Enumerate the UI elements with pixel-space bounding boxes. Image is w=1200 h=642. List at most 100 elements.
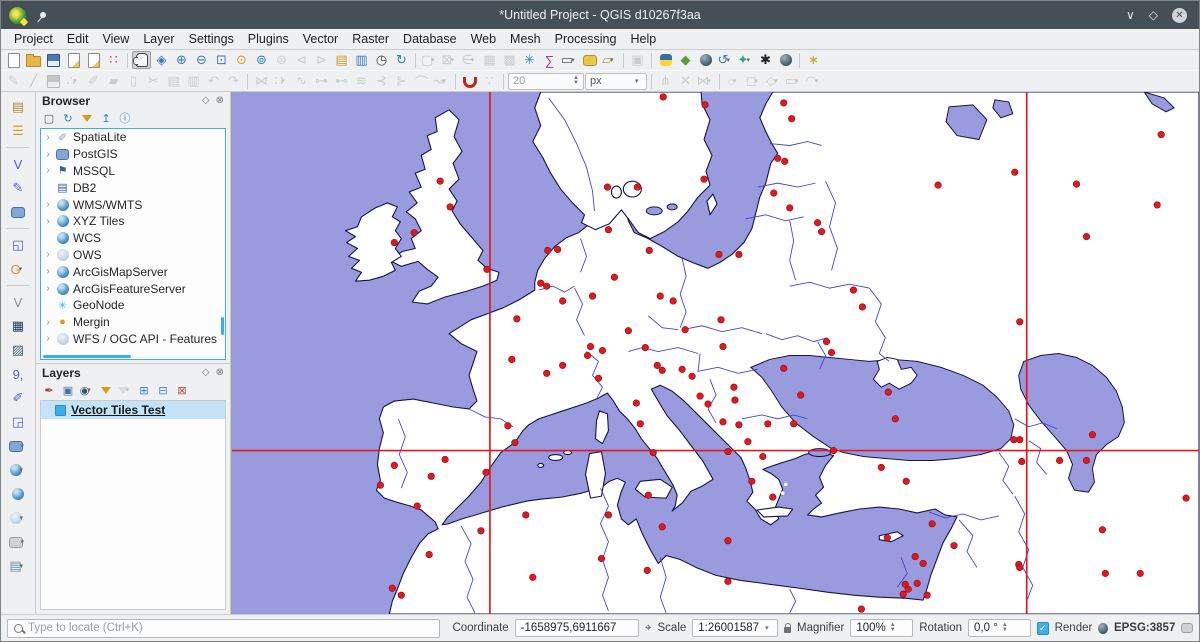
browser-item-wcs[interactable]: WCS [41,230,225,247]
browser-item-mergin[interactable]: ›●Mergin [41,314,225,331]
menu-plugins[interactable]: Plugins [241,30,296,48]
add-raster-layer-icon[interactable]: ▦ [5,315,31,337]
locate-input[interactable]: Type to locate (Ctrl+K) [7,619,440,638]
style-manager-icon[interactable]: ∷ [104,51,123,69]
lock-scale-icon[interactable] [784,627,791,633]
browser-item-ows[interactable]: ›OWS [41,247,225,264]
add-mesh-layer-icon[interactable]: ▨ [5,339,31,361]
add-delimited-text-layer-icon[interactable]: 9, [5,363,31,385]
add-wcs-layer-icon[interactable] [5,483,31,505]
expander-icon[interactable]: › [44,266,52,277]
crs-value[interactable]: EPSG:3857 [1114,622,1175,634]
snapping-options-icon[interactable] [460,72,479,90]
add-postgis-layer-icon[interactable]: ▾ [5,435,31,457]
add-vector-layer-icon[interactable]: V [5,153,31,175]
menu-raster[interactable]: Raster [345,30,396,48]
browser-item-mssql[interactable]: ›⚑MSSQL [41,163,225,180]
browser-item-db2[interactable]: ▤DB2 [41,179,225,196]
new-spatial-bookmark-icon[interactable]: ▤ [332,51,351,69]
render-checkbox[interactable]: ✓ [1037,622,1049,635]
open-data-source-manager-icon[interactable]: ▤ [5,96,31,118]
show-spatial-bookmarks-icon[interactable]: ▥ [352,51,371,69]
expander-icon[interactable]: › [44,149,52,160]
expander-icon[interactable]: › [44,333,52,344]
menu-mesh[interactable]: Mesh [503,30,548,48]
menu-layer[interactable]: Layer [136,30,181,48]
filter-legend-icon[interactable] [98,383,114,398]
zoom-out-icon[interactable]: ⊖ [192,51,211,69]
menu-edit[interactable]: Edit [60,30,96,48]
layers-float-button[interactable]: ◇ [202,367,210,378]
minimize-button[interactable]: ∨ [1126,8,1135,22]
browser-item-wms-wmts[interactable]: ›WMS/WMTS [41,196,225,213]
menu-view[interactable]: View [95,30,136,48]
browser-item-arcgismapserver[interactable]: ›ArcGisMapServer [41,263,225,280]
filter-browser-icon[interactable] [79,111,95,126]
misc-plugin-icon[interactable]: ∗ [804,51,823,69]
processing-history-icon[interactable]: ↺▾ [716,51,735,69]
layer-visibility-checkbox[interactable] [55,405,66,416]
menu-web[interactable]: Web [464,30,503,48]
add-oracle-layer-icon[interactable]: ▾ [5,531,31,553]
plugin-manager-icon[interactable]: ◆ [676,51,695,69]
statistical-summary-icon[interactable]: ∑ [540,51,559,69]
expander-icon[interactable]: › [44,165,52,176]
menu-vector[interactable]: Vector [296,30,345,48]
refresh-browser-icon[interactable]: ↻ [60,111,76,126]
metasearch-icon[interactable] [696,51,715,69]
extents-icon[interactable]: ⌖ [645,622,651,635]
refresh-map-icon[interactable]: ↻ [392,51,411,69]
browser-item-xyz-tiles[interactable]: ›XYZ Tiles [41,213,225,230]
temporal-controller-icon[interactable]: ◷ [372,51,391,69]
add-database-layer-icon[interactable]: ☰ [5,120,31,142]
rotation-spin[interactable]: 0,0 °▲▼ [968,619,1031,637]
pin-icon[interactable] [39,11,47,19]
snapping-tolerance[interactable]: 20▲▼ [508,73,584,90]
add-geopackage-layer-icon[interactable]: G▾ [5,258,31,280]
add-virtual-layer-icon[interactable]: ◱ [5,234,31,256]
menu-settings[interactable]: Settings [182,30,241,48]
browser-close-button[interactable]: ⊗ [216,95,224,106]
add-selected-layers-icon[interactable]: ▢ [41,111,57,126]
coordinate-input[interactable]: -1658975,6911667 [515,619,639,637]
magnifier-spin[interactable]: 100%▲▼ [850,619,913,637]
zoom-to-selection-icon[interactable]: ⊙ [232,51,251,69]
open-layer-styling-icon[interactable]: ✒ [41,383,57,398]
browser-item-wfs-ogc-api-features[interactable]: ›WFS / OGC API - Features [41,331,225,348]
new-print-layout-icon[interactable] [64,51,83,69]
expander-icon[interactable]: › [44,249,52,260]
menu-processing[interactable]: Processing [548,30,624,48]
quickmapservices-icon[interactable] [776,51,795,69]
browser-item-geonode[interactable]: ✳GeoNode [41,297,225,314]
close-button[interactable]: ✕ [1172,8,1187,23]
browser-hscrollbar[interactable] [43,355,131,358]
new-shapefile-layer-icon[interactable]: V [5,291,31,313]
expander-icon[interactable]: › [44,216,52,227]
pan-to-selection-icon[interactable]: ◈ [152,51,171,69]
add-group-icon[interactable]: ▣ [60,383,76,398]
new-project-icon[interactable] [4,51,23,69]
add-vector-tile-layer-icon[interactable]: ▤▾ [5,555,31,577]
processing-toolbox-icon[interactable]: ✳ [520,51,539,69]
add-wfs-layer-icon[interactable]: ▾ [5,507,31,529]
save-project-icon[interactable] [44,51,63,69]
expander-icon[interactable]: › [44,199,52,210]
maximize-button[interactable]: ◇ [1149,8,1158,22]
layer-item[interactable]: Vector Tiles Test [41,401,225,419]
browser-item-arcgisfeatureserver[interactable]: ›ArcGisFeatureServer [41,280,225,297]
snapping-units[interactable]: px▾ [585,73,647,90]
map-tips-icon[interactable] [580,51,599,69]
measure-line-icon[interactable]: ▭▾ [560,51,579,69]
zoom-full-icon[interactable]: ⊡ [212,51,231,69]
new-spatialite-layer-icon[interactable]: ✐ [5,387,31,409]
collapse-all-layers-icon[interactable]: ⊟ [155,383,171,398]
browser-vscrollbar[interactable] [221,317,224,335]
zoom-in-icon[interactable]: ⊕ [172,51,191,69]
menu-project[interactable]: Project [7,30,60,48]
new-virtual-layer-icon[interactable]: ◲ [5,411,31,433]
remove-layer-icon[interactable]: ⊠ [174,383,190,398]
show-layout-manager-icon[interactable] [84,51,103,69]
menu-database[interactable]: Database [396,30,464,48]
map-canvas[interactable] [231,92,1199,614]
scale-combo[interactable]: 1:26001587▾ [692,619,778,637]
